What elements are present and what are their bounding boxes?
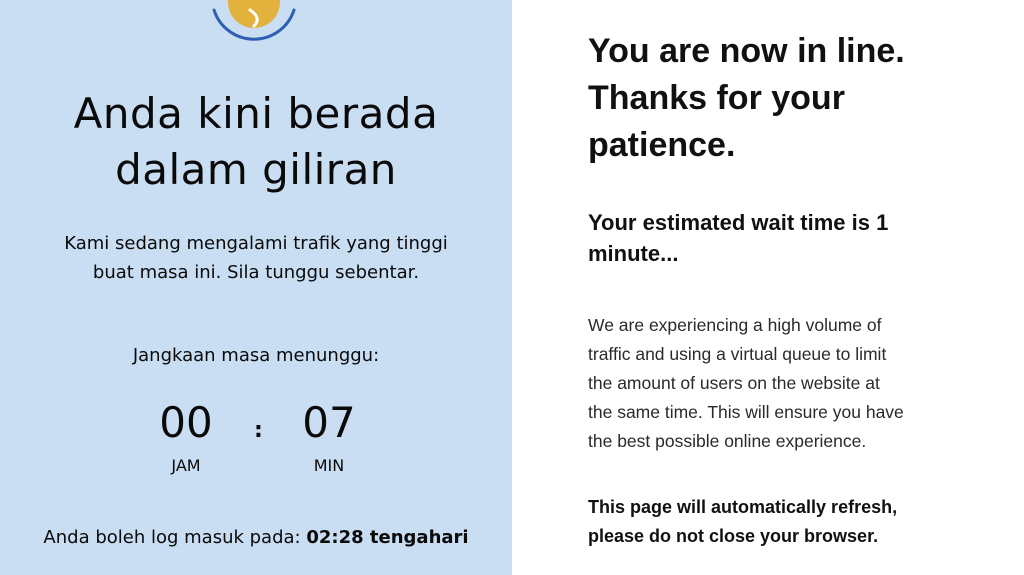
body-line: the same time. This will ensure you have bbox=[588, 402, 904, 422]
body-line: We are experiencing a high volume of bbox=[588, 315, 882, 335]
page-title-english: You are now in line. Thanks for your pat… bbox=[588, 28, 1008, 169]
title-line-3: patience. bbox=[588, 126, 736, 164]
wait-line-2: minute... bbox=[588, 241, 679, 266]
malay-queue-panel: Anda kini berada dalam giliran Kami seda… bbox=[0, 0, 512, 575]
subtitle-line-2: buat masa ini. Sila tunggu sebentar. bbox=[92, 262, 420, 283]
timer-separator: : bbox=[254, 418, 263, 443]
body-line: traffic and using a virtual queue to lim… bbox=[588, 344, 887, 364]
wait-range-label: Jangkaan masa menunggu: bbox=[132, 345, 380, 366]
subtitle: Kami sedang mengalami trafik yang tinggi… bbox=[30, 229, 482, 287]
refresh-notice: This page will automatically refresh, pl… bbox=[588, 493, 1008, 551]
refresh-line-2: please do not close your browser. bbox=[588, 526, 879, 546]
title-line-2: Thanks for your bbox=[588, 79, 845, 117]
english-queue-panel: You are now in line. Thanks for your pat… bbox=[512, 0, 1024, 575]
body-line: the amount of users on the website at bbox=[588, 373, 880, 393]
login-time-value: 02:28 tengahari bbox=[306, 527, 469, 548]
queue-comparison: Anda kini berada dalam giliran Kami seda… bbox=[0, 0, 1024, 575]
body-line: the best possible online experience. bbox=[588, 431, 867, 451]
countdown-timer: 00 JAM : 07 MIN bbox=[0, 398, 512, 478]
login-time-line: Anda boleh log masuk pada: 02:28 tengaha… bbox=[0, 527, 512, 548]
title-line-2: dalam giliran bbox=[115, 145, 397, 194]
page-title: Anda kini berada dalam giliran bbox=[0, 86, 512, 198]
timer-minutes: 07 bbox=[302, 398, 356, 447]
timer-minutes-label: MIN bbox=[313, 456, 345, 475]
refresh-line-1: This page will automatically refresh, bbox=[588, 497, 898, 517]
timer-hours-label: JAM bbox=[171, 456, 201, 475]
queue-explanation: We are experiencing a high volume of tra… bbox=[588, 311, 1008, 456]
login-time-prefix: Anda boleh log masuk pada: bbox=[43, 527, 301, 548]
subtitle-line-1: Kami sedang mengalami trafik yang tinggi bbox=[64, 233, 448, 254]
timer-hours: 00 bbox=[159, 398, 213, 447]
estimated-wait-text: Your estimated wait time is 1 minute... bbox=[588, 207, 1008, 269]
title-line-1: Anda kini berada bbox=[73, 89, 439, 138]
wait-line-1: Your estimated wait time is 1 bbox=[588, 210, 889, 235]
clock-icon bbox=[212, 0, 296, 41]
title-line-1: You are now in line. bbox=[588, 32, 905, 70]
